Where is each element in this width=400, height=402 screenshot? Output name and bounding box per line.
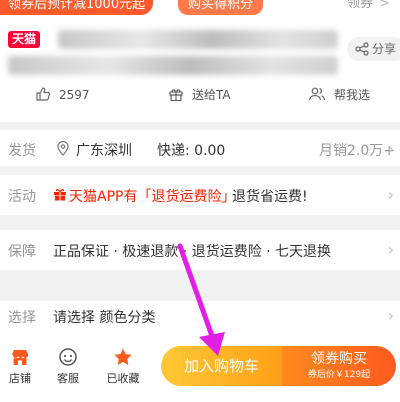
gift-label: 送给TA: [192, 88, 231, 102]
select-variant-text: 请选择 颜色分类: [53, 310, 156, 326]
thumbs-up-icon: [36, 87, 51, 101]
add-to-cart-label: 加入购物车: [183, 357, 259, 375]
gift-icon: [54, 188, 66, 201]
guarantee-label: 保障: [8, 244, 36, 260]
store-icon: [12, 350, 28, 365]
buy-with-coupon-label: 领券购买: [311, 351, 367, 367]
select-variant-row[interactable]: 选择 请选择 颜色分类 ›: [0, 301, 400, 341]
activity-text: 退货省运费!: [232, 189, 308, 205]
buy-with-coupon-button[interactable]: 领券购买 券后价￥129起: [282, 346, 396, 386]
shipping-row[interactable]: 发货 广东深圳 快递: 0.00 月销2.0万+ ›: [0, 130, 400, 166]
location-pin-icon: [57, 141, 69, 156]
store-button[interactable]: 店铺: [0, 347, 40, 386]
bottom-action-bar: 店铺 客服 已收藏 加入购物车 领券购买 券后价￥129起: [0, 341, 400, 402]
activity-label: 活动: [8, 189, 36, 205]
ship-from-location: 广东深圳: [76, 143, 132, 159]
get-coupon-link[interactable]: 领券 >: [347, 0, 390, 13]
people-icon: [308, 87, 326, 101]
share-label: 分享: [372, 42, 397, 56]
chevron-right-icon: ›: [387, 185, 394, 204]
chevron-right-icon: ›: [387, 139, 394, 158]
store-label: 店铺: [9, 372, 31, 385]
tmall-badge: 天猫: [8, 31, 41, 48]
shipping-label: 发货: [8, 143, 36, 159]
star-icon: [114, 348, 132, 365]
share-button[interactable]: 分享: [347, 37, 400, 61]
product-header: 领券后预计减1000元起 购买得积分 领券 > 天猫 分享 2597 送给TA 帮…: [0, 0, 400, 122]
shipping-fee: 快递: 0.00: [157, 143, 226, 159]
chevron-right-icon: >: [379, 0, 390, 11]
gift-button[interactable]: 送给TA: [168, 86, 231, 103]
favorite-label: 已收藏: [106, 372, 140, 385]
like-button[interactable]: 2597: [35, 86, 90, 103]
promo-bar: 领券后预计减1000元起 购买得积分 领券 >: [0, 0, 400, 16]
coupon-estimate-badge[interactable]: 领券后预计减1000元起: [0, 0, 154, 15]
gift-icon: [169, 89, 183, 102]
share-icon: [355, 42, 369, 56]
like-count: 2597: [59, 88, 90, 102]
select-label: 选择: [8, 310, 36, 326]
activity-highlight: 天猫APP有「退货运费险」: [69, 189, 236, 205]
blurred-product-title-line-1: [58, 30, 338, 49]
guarantee-text: 正品保证 · 极速退款 · 退货运费险 · 七天退换: [53, 244, 332, 260]
favorite-button[interactable]: 已收藏: [103, 347, 143, 386]
points-badge: 购买得积分: [178, 0, 264, 15]
chevron-right-icon: ›: [387, 306, 394, 325]
help-choose-button[interactable]: 帮我选: [308, 86, 370, 103]
social-actions: 2597 送给TA 帮我选: [0, 80, 400, 108]
help-choose-label: 帮我选: [334, 88, 371, 102]
add-to-cart-button[interactable]: 加入购物车: [161, 346, 282, 386]
activity-row[interactable]: 活动 天猫APP有「退货运费险」 退货省运费! ›: [0, 175, 400, 215]
guarantee-row[interactable]: 保障 正品保证 · 极速退款 · 退货运费险 · 七天退换 ›: [0, 230, 400, 270]
chevron-right-icon: ›: [387, 240, 394, 259]
get-coupon-label: 领券: [347, 0, 374, 11]
customer-service-label: 客服: [57, 372, 79, 385]
customer-service-button[interactable]: 客服: [48, 347, 88, 386]
blurred-product-title-line-2: [8, 56, 338, 75]
customer-service-icon: [59, 348, 77, 366]
monthly-sales: 月销2.0万+: [319, 143, 395, 159]
after-coupon-price: 券后价￥129起: [307, 370, 371, 380]
